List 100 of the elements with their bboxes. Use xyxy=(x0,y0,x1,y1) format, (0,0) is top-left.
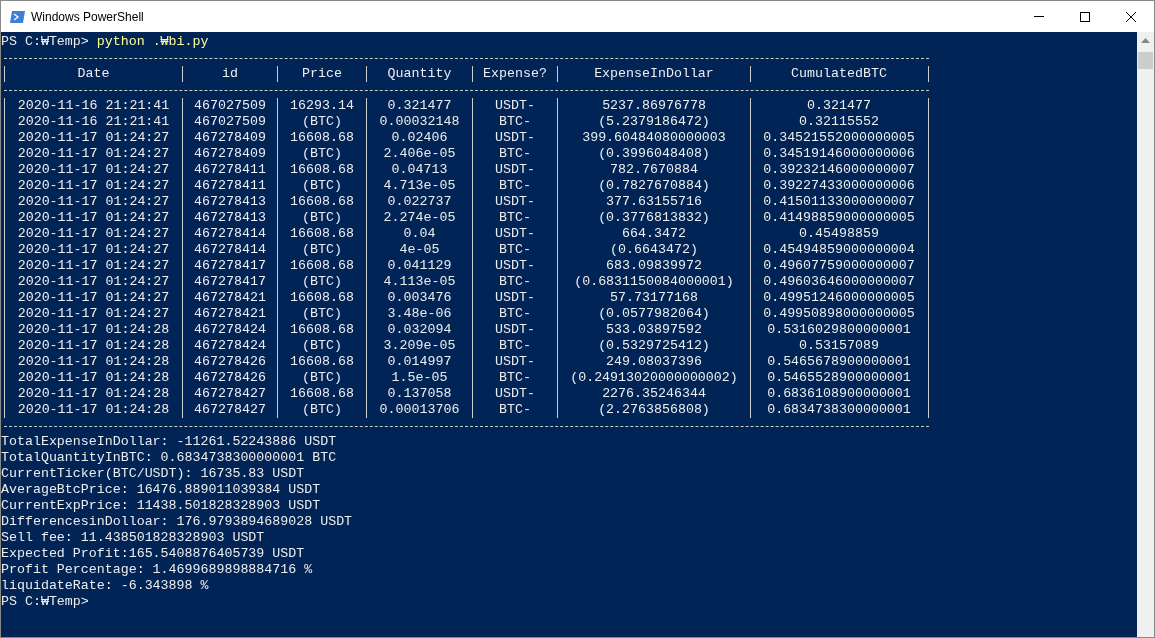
table-cell: 467278413 xyxy=(194,210,266,226)
output-line: AverageBtcPrice: 16476.889011039384 USDT xyxy=(1,482,321,497)
column-header: Quantity xyxy=(387,66,452,82)
table-cell: 467027509 xyxy=(194,114,266,130)
table-cell: 16293.14 xyxy=(290,98,354,114)
table-cell: 0.041129 xyxy=(387,258,452,274)
table-cell: BTC- xyxy=(499,242,531,258)
table-cell: 2020-11-16 21:21:41 xyxy=(17,114,170,130)
table-cell: USDT- xyxy=(495,322,535,338)
table-cell: (0.7827670884) xyxy=(598,178,710,194)
table-cell: 0.022737 xyxy=(387,194,452,210)
table-cell: 399.60484080000003 xyxy=(582,130,726,146)
table-cell: 2020-11-17 01:24:27 xyxy=(17,146,170,162)
table-cell: 2020-11-17 01:24:27 xyxy=(17,258,170,274)
table-cell: 467278409 xyxy=(194,130,266,146)
table-cell: BTC- xyxy=(499,402,531,418)
table-cell: 2020-11-17 01:24:28 xyxy=(17,370,170,386)
table-cell: BTC- xyxy=(499,306,531,322)
table-cell: 467027509 xyxy=(194,98,266,114)
table-cell: BTC- xyxy=(499,178,531,194)
table-cell: 4e-05 xyxy=(399,242,440,258)
table-cell: 2020-11-17 01:24:27 xyxy=(17,130,170,146)
table-cell: 0.6834738300000001 xyxy=(767,402,911,418)
table-cell: 2276.35246344 xyxy=(602,386,706,402)
table-cell: BTC- xyxy=(499,146,531,162)
table-cell: 2020-11-17 01:24:28 xyxy=(17,386,170,402)
output-line: CurrentTicker(BTC/USDT): 16735.83 USDT xyxy=(1,466,305,481)
table-cell: USDT- xyxy=(495,386,535,402)
output-line: liquidateRate: -6.343898 % xyxy=(1,578,209,593)
table-cell: 16608.68 xyxy=(290,162,354,178)
table-cell: 533.03897592 xyxy=(606,322,702,338)
table-cell: 0.032094 xyxy=(387,322,452,338)
table-cell: 0.39232146000000007 xyxy=(763,162,915,178)
table-cell: (BTC) xyxy=(302,402,342,418)
table-cell: 2020-11-17 01:24:28 xyxy=(17,354,170,370)
prompt-text: PS C:₩Temp> xyxy=(1,594,89,609)
table-cell: 2020-11-17 01:24:27 xyxy=(17,210,170,226)
table-cell: 0.321477 xyxy=(387,98,452,114)
table-cell: USDT- xyxy=(495,290,535,306)
table-cell: 16608.68 xyxy=(290,226,354,242)
table-cell: 0.6836108900000001 xyxy=(767,386,911,402)
table-cell: 0.41498859000000005 xyxy=(763,210,915,226)
table-cell: 2020-11-17 01:24:27 xyxy=(17,226,170,242)
command-text: python .₩bi.py xyxy=(96,34,209,50)
table-cell: 2020-11-17 01:24:27 xyxy=(17,194,170,210)
table-cell: 3.48e-06 xyxy=(387,306,452,322)
table-cell: 16608.68 xyxy=(290,386,354,402)
table-cell: (0.24913020000000002) xyxy=(570,370,738,386)
table-cell: 0.34521552000000005 xyxy=(763,130,915,146)
table-cell: USDT- xyxy=(495,354,535,370)
table-cell: (BTC) xyxy=(302,370,342,386)
table-cell: 2020-11-17 01:24:27 xyxy=(17,290,170,306)
table-cell: (0.0577982064) xyxy=(598,306,710,322)
table-cell: 0.014997 xyxy=(387,354,452,370)
table-cell: 0.5465528900000001 xyxy=(767,370,911,386)
table-cell: 467278421 xyxy=(194,290,266,306)
table-cell: 0.04 xyxy=(403,226,436,242)
output-line: Sell fee: 11.438501828328903 USDT xyxy=(1,530,265,545)
table-cell: 467278411 xyxy=(194,178,266,194)
table-cell: 16608.68 xyxy=(290,130,354,146)
output-line: TotalExpenseInDollar: -11261.52243886 USDT xyxy=(1,434,337,449)
table-cell: BTC- xyxy=(499,114,531,130)
minimize-icon xyxy=(1034,16,1044,17)
table-cell: BTC- xyxy=(499,274,531,290)
scroll-thumb[interactable] xyxy=(1138,52,1153,69)
table-cell: 467278409 xyxy=(194,146,266,162)
table-cell: 2.406e-05 xyxy=(383,146,456,162)
table-cell: 467278414 xyxy=(194,242,266,258)
column-header: Expense? xyxy=(483,66,547,82)
table-cell: 0.49603646000000007 xyxy=(763,274,915,290)
table-cell: 467278424 xyxy=(194,338,266,354)
table-cell: 2020-11-16 21:21:41 xyxy=(17,98,170,114)
table-cell: (BTC) xyxy=(302,178,342,194)
table-cell: 782.7670884 xyxy=(610,162,698,178)
output-line: DifferencesinDolloar: 176.9793894689028 USDT xyxy=(1,514,353,529)
output-line: TotalQuantityInBTC: 0.6834738300000001 BTC xyxy=(1,450,337,465)
scrollbar[interactable] xyxy=(1137,32,1154,637)
table-cell: 467278427 xyxy=(194,386,266,402)
close-icon xyxy=(1126,11,1136,22)
table-cell: 467278421 xyxy=(194,306,266,322)
terminal-icon xyxy=(10,10,25,23)
table-cell: (BTC) xyxy=(302,210,342,226)
scroll-up-icon xyxy=(1141,38,1150,43)
table-cell: 467278426 xyxy=(194,354,266,370)
table-cell: 467278413 xyxy=(194,194,266,210)
table-cell: 0.00032148 xyxy=(379,114,460,130)
table-cell: 0.45494859000000004 xyxy=(763,242,915,258)
table-cell: (0.3996048408) xyxy=(598,146,710,162)
table-cell: 0.53157089 xyxy=(799,338,879,354)
column-header: Date xyxy=(77,66,110,82)
table-cell: BTC- xyxy=(499,370,531,386)
table-cell: (0.3776813832) xyxy=(598,210,710,226)
table-cell: 16608.68 xyxy=(290,258,354,274)
column-header: CumulatedBTC xyxy=(791,66,887,82)
table-cell: 0.32115552 xyxy=(799,114,879,130)
table-cell: 4.113e-05 xyxy=(383,274,456,290)
table-cell: 377.63155716 xyxy=(606,194,702,210)
column-header: id xyxy=(222,66,238,82)
output-line: Expected Profit:165.5408876405739 USDT xyxy=(1,546,305,561)
table-cell: 683.09839972 xyxy=(606,258,702,274)
